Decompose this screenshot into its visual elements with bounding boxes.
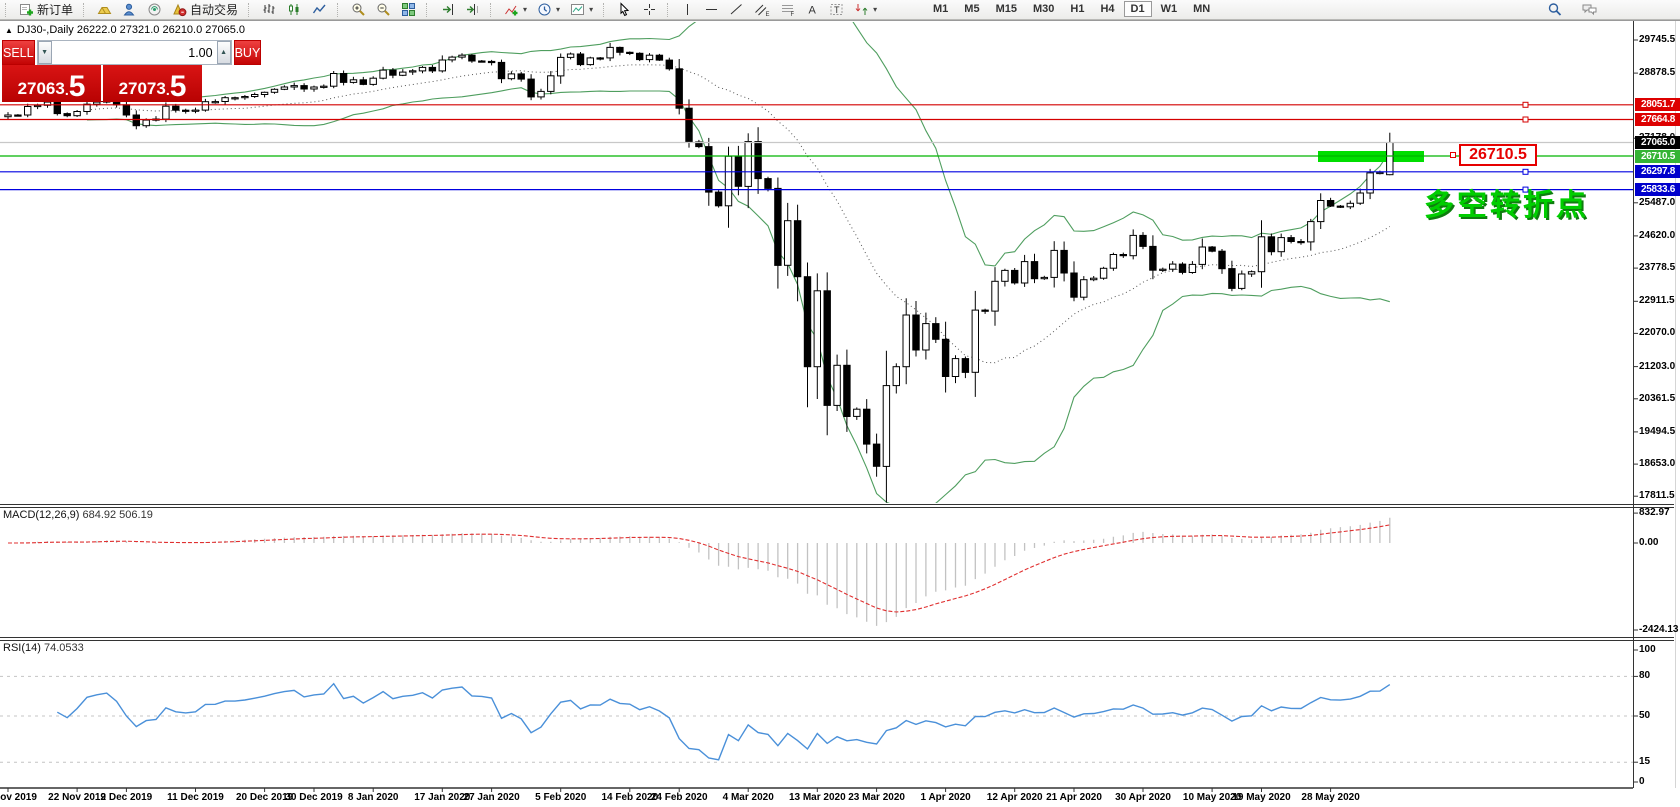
- date-label: 14 Feb 2020: [601, 792, 659, 803]
- rsi-axis-tick: 100: [1639, 644, 1656, 655]
- date-label: 2 Dec 2019: [100, 792, 153, 803]
- price-tick: 22070.0: [1639, 327, 1676, 339]
- price-tick: 18653.0: [1639, 458, 1676, 470]
- price-tick: 20361.5: [1639, 392, 1676, 404]
- date-label: 22 Nov 2019: [48, 792, 107, 803]
- price-tick: 28878.5: [1639, 67, 1676, 79]
- date-label: 17 Jan 2020: [414, 792, 471, 803]
- date-label: 27 Jan 2020: [463, 792, 520, 803]
- rsi-value: 74.0533: [43, 642, 84, 654]
- rsi-axis-tick: 15: [1639, 756, 1651, 768]
- date-label: 13 Nov 2019: [0, 792, 37, 803]
- price-badge: 28051.7: [1635, 98, 1680, 112]
- date-label: 21 Apr 2020: [1046, 792, 1102, 803]
- date-label: 24 Feb 2020: [650, 792, 708, 803]
- price-chart[interactable]: [0, 0, 1680, 807]
- chart-title-bar[interactable]: ▲ DJ30-,Daily 26222.0 27321.0 26210.0 270…: [5, 24, 245, 36]
- price-tick: 23778.5: [1639, 262, 1676, 274]
- rsi-axis-tick: 0: [1639, 776, 1645, 787]
- price-badge: 27065.0: [1635, 136, 1680, 149]
- mt4-window: 新订单 自动交易 ▾ ▾ ▾ E F A T ▾ M1 M5 M15 M30 H…: [0, 0, 1680, 807]
- date-label: 13 Mar 2020: [788, 792, 846, 803]
- sell-button[interactable]: SELL: [2, 40, 35, 65]
- price-badge: 26710.5: [1635, 149, 1680, 163]
- volume-decrease-button[interactable]: ▼: [37, 41, 52, 64]
- date-label: 5 Feb 2020: [535, 792, 587, 803]
- date-label: 11 Dec 2019: [167, 792, 224, 803]
- sell-price-main: 27063: [17, 79, 65, 98]
- macd-axis-tick: 832.97: [1639, 507, 1670, 519]
- price-tick: 19494.5: [1639, 425, 1676, 437]
- rsi-axis-tick: 80: [1639, 670, 1651, 682]
- collapse-triangle-icon: ▲: [5, 26, 13, 35]
- buy-price[interactable]: 27073. 5: [103, 65, 202, 102]
- buy-button[interactable]: BUY: [233, 40, 262, 65]
- volume-increase-button[interactable]: ▲: [216, 41, 231, 64]
- date-label: 8 Jan 2020: [347, 792, 399, 803]
- buy-price-main: 27073: [118, 79, 166, 98]
- date-label: 1 Apr 2020: [920, 792, 971, 803]
- annotation-handle[interactable]: [1450, 152, 1456, 158]
- price-tick: 22911.5: [1639, 295, 1675, 307]
- buy-price-frac: 5: [169, 69, 187, 103]
- macd-axis-tick: 0.00: [1639, 537, 1659, 548]
- price-badge: 25833.6: [1635, 183, 1680, 197]
- price-tick: 21203.0: [1639, 360, 1676, 372]
- price-badge: 27664.8: [1635, 113, 1680, 126]
- sell-price-frac: 5: [68, 69, 86, 103]
- date-label: 30 Apr 2020: [1115, 792, 1171, 803]
- price-tick: 24620.0: [1639, 229, 1676, 241]
- price-badge: 26297.8: [1635, 165, 1680, 179]
- rsi-label: RSI(14) 74.0533: [3, 642, 84, 654]
- price-tick: 17811.5: [1639, 490, 1675, 502]
- price-tick: 29745.5: [1639, 34, 1676, 45]
- price-tick: 25487.0: [1639, 196, 1676, 208]
- date-label: 12 Apr 2020: [986, 792, 1043, 803]
- rsi-axis-tick: 50: [1639, 710, 1651, 721]
- macd-values: 684.92 506.19: [82, 509, 153, 521]
- one-click-trading-panel: SELL ▼ ▲ BUY 27063.5 27073.5: [2, 40, 262, 102]
- date-label: 23 Mar 2020: [848, 792, 905, 803]
- volume-input[interactable]: [51, 41, 217, 64]
- date-label: 28 May 2020: [1301, 792, 1360, 803]
- macd-axis-tick: -2424.13: [1639, 624, 1679, 635]
- symbol-ohlc-text: DJ30-,Daily 26222.0 27321.0 26210.0 2706…: [16, 24, 246, 36]
- date-label: 4 Mar 2020: [722, 792, 774, 803]
- volume-stepper: ▼ ▲: [36, 40, 232, 65]
- date-label: 19 May 2020: [1232, 792, 1291, 803]
- turning-point-annotation: 多空转折点: [1424, 189, 1589, 222]
- date-label: 30 Dec 2019: [285, 792, 343, 803]
- sell-price[interactable]: 27063. 5: [2, 65, 101, 102]
- macd-label: MACD(12,26,9) 684.92 506.19: [3, 509, 153, 521]
- price-annotation-box[interactable]: 26710.5: [1459, 144, 1537, 166]
